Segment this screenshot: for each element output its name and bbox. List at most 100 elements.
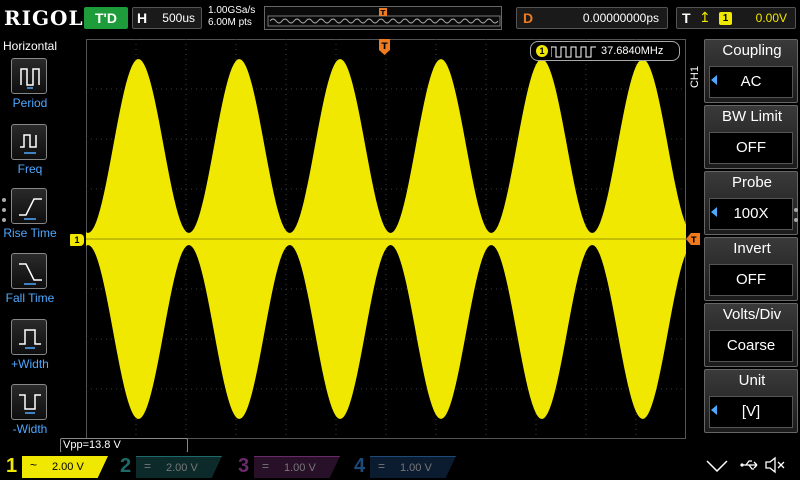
channel-1-tab[interactable]: 1 ~ 2.00 V bbox=[0, 454, 112, 480]
measure-fall-time-button[interactable]: Fall Time bbox=[0, 253, 60, 317]
acquisition-info: 1.00GSa/s 6.00M pts bbox=[208, 5, 255, 29]
trigger-key: T bbox=[682, 10, 691, 26]
coupling-symbol: = bbox=[262, 459, 270, 473]
menu-title: Horizontal bbox=[3, 39, 58, 53]
horizontal-key: H bbox=[137, 10, 148, 26]
bw-limit-title: BW Limit bbox=[722, 108, 782, 125]
channel-number: 3 bbox=[238, 455, 250, 477]
channel-info: ~ 2.00 V bbox=[22, 456, 108, 478]
channel-2-tab[interactable]: 2 = 2.00 V bbox=[114, 454, 226, 480]
channel-menu-tag: CH1 bbox=[689, 66, 701, 89]
vpp-measurement[interactable]: Vpp=13.8 V bbox=[60, 438, 188, 453]
delay-value: 0.00000000ps bbox=[582, 11, 659, 25]
bw-limit-softkey[interactable]: BW Limit OFF bbox=[704, 105, 798, 169]
select-arrow-icon bbox=[711, 405, 717, 415]
channel-number: 2 bbox=[120, 455, 132, 477]
fall-time-icon bbox=[11, 253, 47, 289]
bw-limit-value: OFF bbox=[709, 132, 793, 164]
counter-channel: 1 bbox=[536, 45, 548, 57]
speaker-mute-icon[interactable] bbox=[764, 456, 786, 474]
run-state-badge[interactable]: T'D bbox=[84, 7, 128, 29]
rise-time-icon bbox=[11, 188, 47, 224]
square-wave-icon bbox=[551, 46, 596, 58]
vertical-scale: 2.00 V bbox=[166, 462, 198, 474]
trigger-level: 0.00V bbox=[755, 11, 787, 25]
delay-key: D bbox=[523, 10, 534, 26]
positive-width-label: +Width bbox=[11, 357, 49, 371]
volts-div-value: Coarse bbox=[709, 330, 793, 362]
measure-rise-time-button[interactable]: Rise Time bbox=[0, 188, 60, 252]
waveform-display[interactable] bbox=[86, 39, 686, 439]
coupling-softkey[interactable]: Coupling AC bbox=[704, 39, 798, 103]
menu-collapse-icon[interactable] bbox=[706, 460, 728, 472]
sample-rate: 1.00GSa/s bbox=[208, 5, 256, 16]
trigger-indicator[interactable]: T ↥ 1 0.00V bbox=[676, 7, 796, 29]
channel-number: 1 bbox=[6, 455, 18, 477]
trigger-source: 1 bbox=[719, 12, 732, 25]
channel-number: 4 bbox=[354, 455, 366, 477]
menu-page-dots bbox=[794, 208, 798, 228]
invert-softkey[interactable]: Invert OFF bbox=[704, 237, 798, 301]
channel-status-bar: 1 ~ 2.00 V 2 = 2.00 V 3 = 1.00 V 4 = 1.0… bbox=[0, 452, 800, 480]
measure-positive-width-button[interactable]: +Width bbox=[0, 319, 60, 383]
svg-text:T: T bbox=[382, 42, 389, 52]
select-arrow-icon bbox=[711, 75, 717, 85]
channel-3-tab[interactable]: 3 = 1.00 V bbox=[232, 454, 344, 480]
coupling-symbol: ~ bbox=[30, 458, 38, 472]
trigger-position-marker[interactable]: T bbox=[379, 39, 390, 55]
usb-icon bbox=[740, 460, 758, 470]
frequency-counter: 1 37.6840MHz bbox=[530, 41, 680, 61]
timebase-value: 500us bbox=[162, 11, 195, 25]
vertical-scale: 1.00 V bbox=[400, 462, 432, 474]
rise-time-label: Rise Time bbox=[3, 226, 57, 240]
coupling-symbol: = bbox=[144, 459, 152, 473]
volts-div-softkey[interactable]: Volts/Div Coarse bbox=[704, 303, 798, 367]
probe-value: 100X bbox=[709, 198, 793, 230]
volts-div-title: Volts/Div bbox=[722, 306, 782, 323]
measure-negative-width-button[interactable]: -Width bbox=[0, 384, 60, 448]
fall-time-label: Fall Time bbox=[5, 291, 55, 305]
status-bar: RIGOL T'D H 500us 1.00GSa/s 6.00M pts T … bbox=[0, 0, 800, 36]
delay-indicator[interactable]: D 0.00000000ps bbox=[516, 7, 668, 29]
channel-info: = 1.00 V bbox=[254, 456, 340, 478]
freq-label: Freq bbox=[17, 162, 43, 176]
positive-width-icon bbox=[11, 319, 47, 355]
unit-title: Unit bbox=[738, 372, 766, 389]
trigger-level-marker[interactable]: T bbox=[686, 233, 700, 245]
vertical-scale: 2.00 V bbox=[52, 461, 84, 473]
brand-logo: RIGOL bbox=[4, 6, 84, 30]
unit-softkey[interactable]: Unit [V] bbox=[704, 369, 798, 433]
invert-value: OFF bbox=[709, 264, 793, 296]
memory-overview-graphic: T bbox=[267, 8, 501, 27]
memory-position-bar[interactable]: T bbox=[264, 6, 502, 30]
ch1-offset-marker[interactable]: 1 bbox=[70, 234, 84, 246]
timebase-indicator[interactable]: H 500us bbox=[132, 7, 202, 29]
horizontal-measure-menu: Horizontal Period Freq Rise Time Fall Ti… bbox=[0, 36, 60, 452]
period-icon bbox=[11, 58, 47, 94]
probe-title: Probe bbox=[731, 174, 773, 191]
period-label: Period bbox=[12, 96, 48, 110]
invert-title: Invert bbox=[733, 240, 771, 257]
vertical-scale: 1.00 V bbox=[284, 462, 316, 474]
ch1-waveform bbox=[86, 59, 686, 419]
rising-edge-icon: ↥ bbox=[699, 9, 711, 25]
probe-softkey[interactable]: Probe 100X bbox=[704, 171, 798, 235]
coupling-symbol: = bbox=[378, 459, 386, 473]
measure-freq-button[interactable]: Freq bbox=[0, 124, 60, 188]
negative-width-label: -Width bbox=[12, 422, 48, 436]
svg-text:T: T bbox=[691, 236, 697, 245]
coupling-value: AC bbox=[709, 66, 793, 98]
measure-period-button[interactable]: Period bbox=[0, 58, 60, 122]
coupling-title: Coupling bbox=[722, 42, 782, 59]
svg-text:T: T bbox=[381, 9, 386, 17]
channel-info: = 2.00 V bbox=[136, 456, 222, 478]
select-arrow-icon bbox=[711, 207, 717, 217]
channel-menu: Coupling AC BW Limit OFF Probe 100X Inve… bbox=[704, 39, 800, 452]
frequency-value: 37.6840MHz bbox=[601, 45, 664, 57]
channel-4-tab[interactable]: 4 = 1.00 V bbox=[348, 454, 460, 480]
unit-value: [V] bbox=[709, 396, 793, 428]
channel-info: = 1.00 V bbox=[370, 456, 456, 478]
frequency-icon bbox=[11, 124, 47, 160]
memory-depth: 6.00M pts bbox=[208, 17, 252, 28]
negative-width-icon bbox=[11, 384, 47, 420]
